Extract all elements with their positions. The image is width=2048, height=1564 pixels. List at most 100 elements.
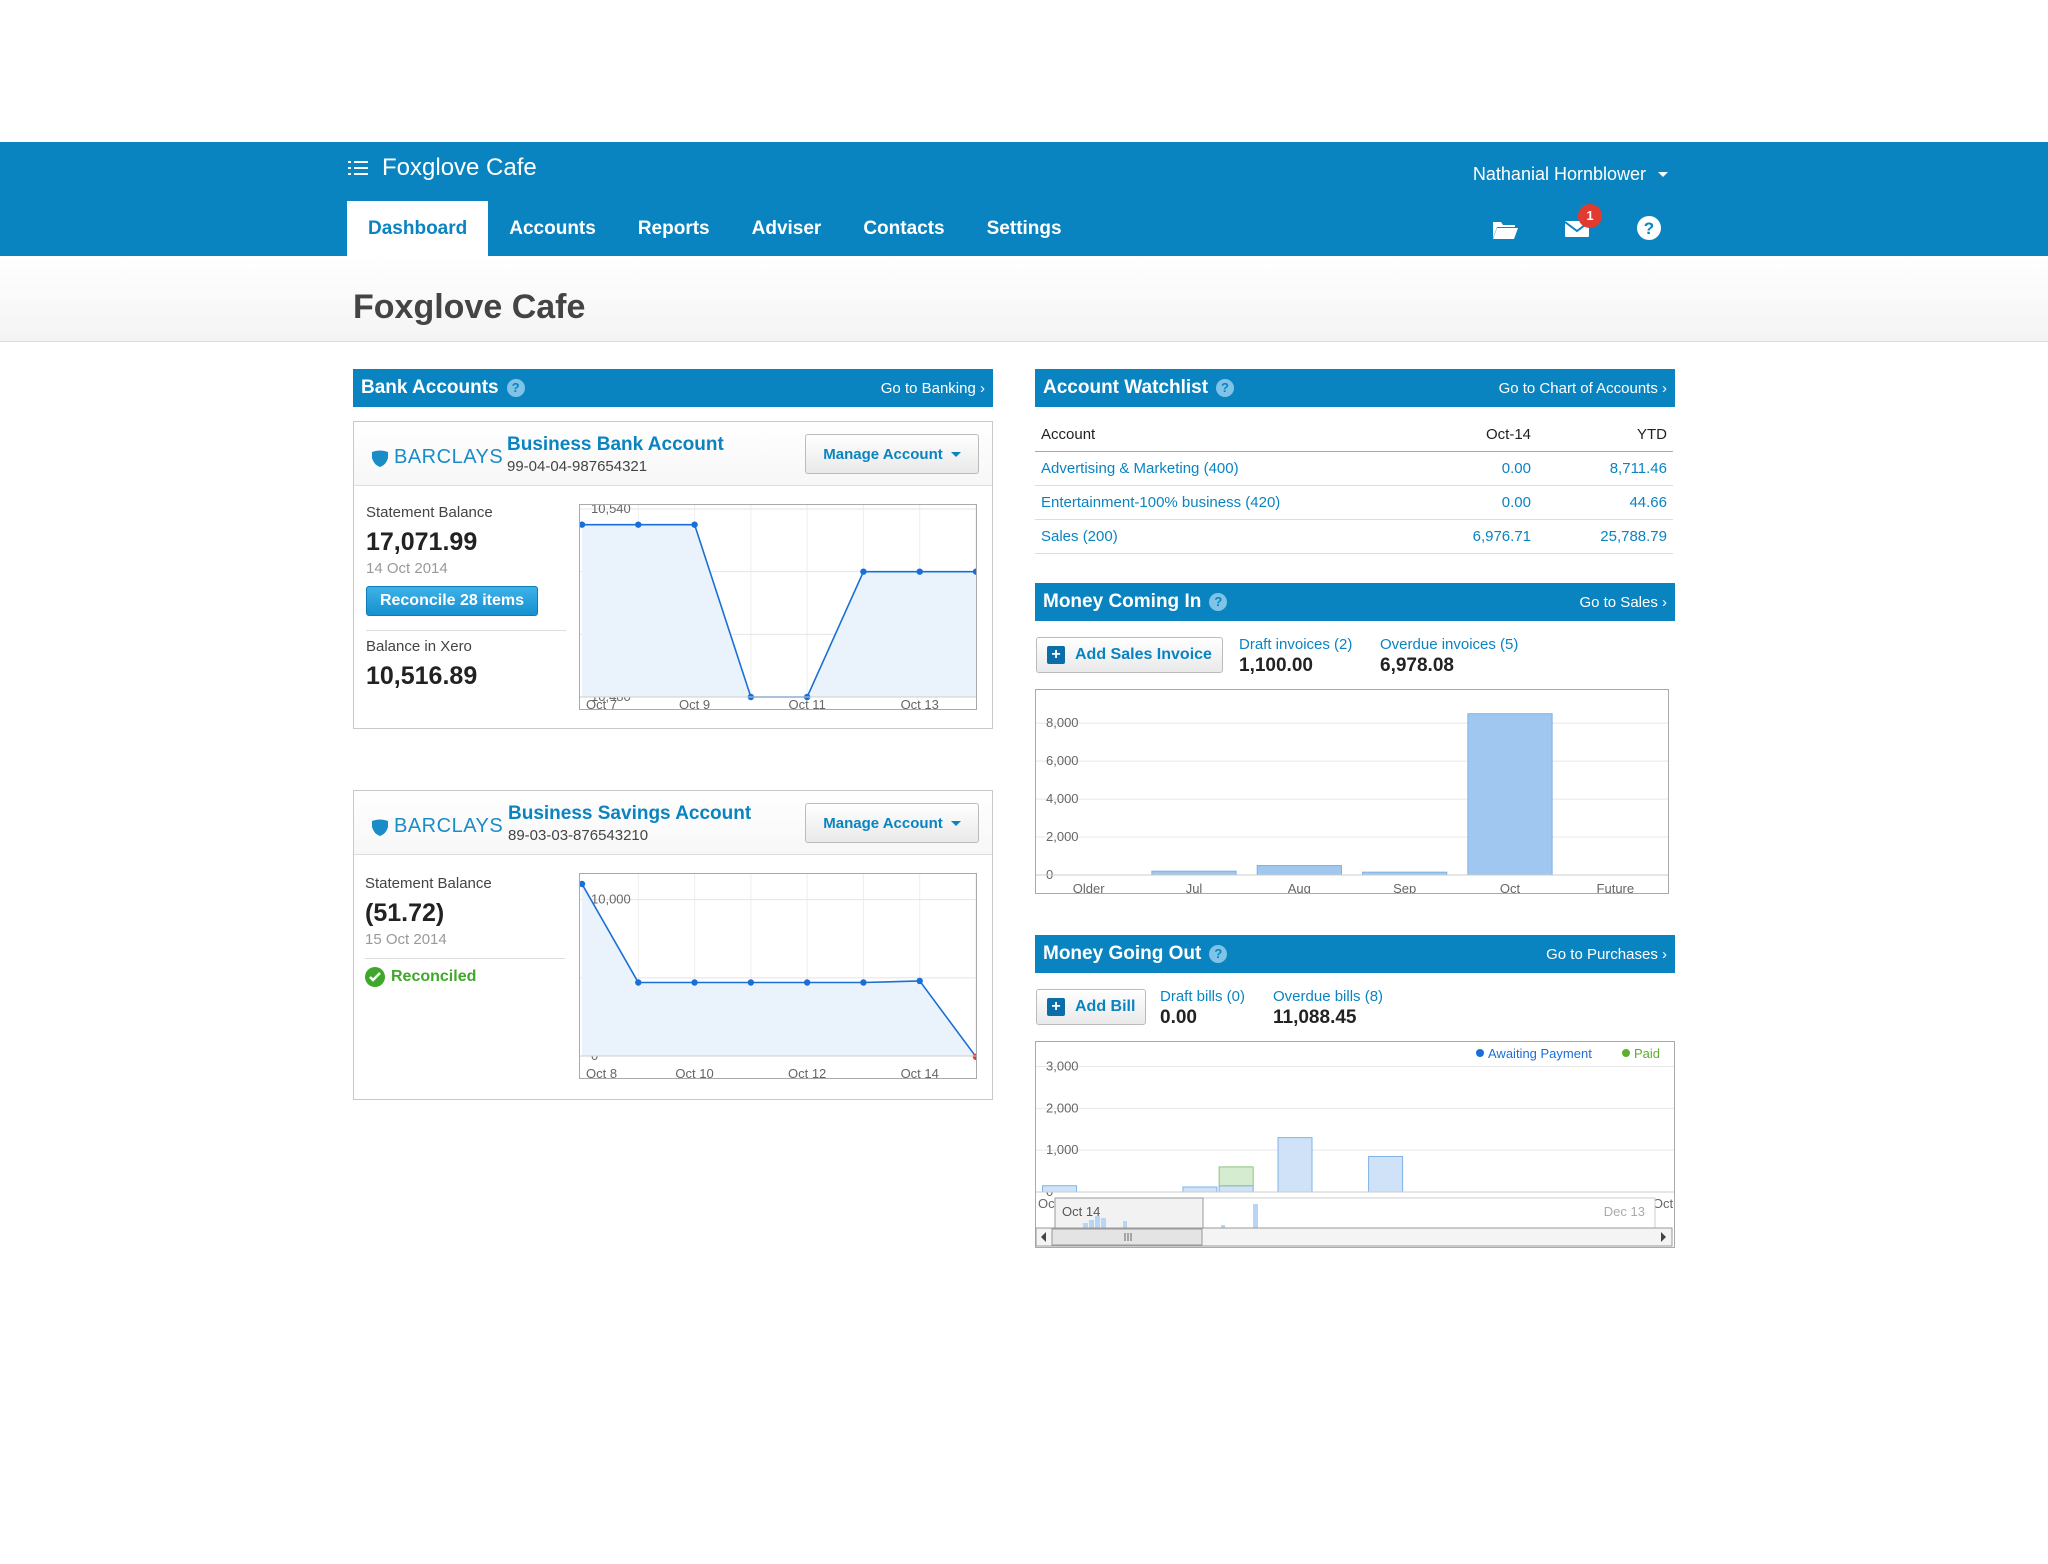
- help-icon[interactable]: ?: [1634, 213, 1664, 243]
- page-title: Foxglove Cafe: [353, 288, 586, 326]
- manage-account-button[interactable]: Manage Account: [805, 434, 979, 474]
- nav-settings[interactable]: Settings: [966, 201, 1083, 256]
- help-icon[interactable]: ?: [1209, 945, 1228, 963]
- account-name[interactable]: Business Savings Account: [508, 803, 751, 825]
- draft-invoices-link[interactable]: Draft invoices (2): [1239, 636, 1352, 653]
- y-tick-label: 10,000: [591, 892, 631, 907]
- y-tick-label: 8,000: [1046, 715, 1079, 730]
- table-row[interactable]: Entertainment-100% business (420) 0.00 44.…: [1035, 486, 1673, 520]
- main-nav: Dashboard Accounts Reports Adviser Conta…: [347, 201, 1083, 256]
- reconcile-button[interactable]: Reconcile 28 items: [366, 586, 538, 616]
- divider: [366, 630, 566, 631]
- manage-account-button[interactable]: Manage Account: [805, 803, 979, 843]
- legend-label: Paid: [1634, 1046, 1660, 1061]
- x-tick-label: Oct 8: [586, 1066, 617, 1079]
- xero-balance: 10,516.89: [366, 662, 478, 690]
- table-row[interactable]: Sales (200) 6,976.71 25,788.79: [1035, 520, 1673, 554]
- go-to-purchases-link[interactable]: Go to Purchases ›: [1546, 946, 1667, 963]
- x-tick-label: Oct 12: [788, 1066, 826, 1079]
- bank-logo: BARCLAYS: [370, 815, 503, 838]
- date-range-navigator[interactable]: Oct 14 Dec 13: [1035, 1196, 1675, 1248]
- title-band: [0, 256, 2048, 342]
- statement-balance: (51.72): [365, 899, 445, 927]
- nav-contacts[interactable]: Contacts: [842, 201, 965, 256]
- overdue-bills-link[interactable]: Overdue bills (8): [1273, 988, 1383, 1005]
- nav-dashboard[interactable]: Dashboard: [347, 201, 489, 256]
- chevron-down-icon: [950, 451, 961, 457]
- data-point: [580, 521, 586, 528]
- go-to-chart-of-accounts-link[interactable]: Go to Chart of Accounts ›: [1499, 380, 1667, 397]
- bar-paid: [1218, 1166, 1254, 1187]
- column-header: YTD: [1637, 426, 1667, 443]
- draft-bills-link[interactable]: Draft bills (0): [1160, 988, 1245, 1005]
- chevron-down-icon: [950, 820, 961, 826]
- navigator-mini-bar: [1095, 1216, 1100, 1228]
- bank-accounts-header: Bank Accounts? Go to Banking ›: [353, 369, 993, 407]
- legend-marker-awaiting: [1476, 1049, 1484, 1057]
- x-tick-label: Oct 13: [901, 697, 939, 710]
- draft-invoices-value: 1,100.00: [1239, 655, 1313, 676]
- watchlist-header: Account Watchlist? Go to Chart of Accoun…: [1035, 369, 1675, 407]
- bar: [1151, 870, 1237, 876]
- xero-balance-label: Balance in Xero: [366, 638, 472, 655]
- legend-label: Awaiting Payment: [1488, 1046, 1592, 1061]
- org-switcher[interactable]: Foxglove Cafe: [348, 154, 537, 182]
- navigator-start-label: Oct 14: [1062, 1204, 1100, 1219]
- nav-reports[interactable]: Reports: [617, 201, 731, 256]
- x-tick-label: Oct 14: [901, 1066, 939, 1079]
- y-tick-label: 1,000: [1046, 1142, 1079, 1157]
- table-header: Account Oct-14 YTD: [1035, 418, 1673, 452]
- x-tick-label: Oct 7: [586, 697, 617, 710]
- eagle-icon: [372, 450, 388, 467]
- user-menu[interactable]: Nathanial Hornblower: [1473, 164, 1668, 185]
- money-out-header: Money Going Out? Go to Purchases ›: [1035, 935, 1675, 973]
- section-title: Bank Accounts: [361, 377, 499, 398]
- account-number: 99-04-04-987654321: [507, 458, 648, 475]
- help-icon[interactable]: ?: [506, 379, 525, 397]
- mail-count-badge: 1: [1578, 204, 1602, 228]
- x-tick-label: Oct: [1500, 881, 1521, 894]
- help-icon[interactable]: ?: [1216, 379, 1235, 397]
- overdue-invoices-link[interactable]: Overdue invoices (5): [1380, 636, 1518, 653]
- navigator-mini-bar: [1101, 1218, 1106, 1228]
- user-name: Nathanial Hornblower: [1472, 164, 1646, 184]
- go-to-banking-link[interactable]: Go to Banking ›: [881, 380, 985, 397]
- y-tick-label: 2,000: [1046, 829, 1079, 844]
- statement-date: 15 Oct 2014: [365, 931, 447, 948]
- section-title: Money Coming In: [1043, 591, 1202, 612]
- table-row[interactable]: Advertising & Marketing (400) 0.00 8,711.4…: [1035, 452, 1673, 486]
- scroll-thumb[interactable]: [1051, 1228, 1203, 1246]
- watchlist-table: Account Oct-14 YTD Advertising & Marketi…: [1035, 418, 1673, 554]
- folder-icon[interactable]: [1490, 213, 1520, 243]
- statement-balance-label: Statement Balance: [365, 875, 492, 892]
- draft-bills-value: 0.00: [1160, 1007, 1197, 1028]
- bar-awaiting: [1218, 1185, 1254, 1193]
- bar-awaiting: [1368, 1155, 1404, 1193]
- bank-account-card: BARCLAYS Business Bank Account 99-04-04-…: [353, 421, 993, 729]
- account-number: 89-03-03-876543210: [508, 827, 649, 844]
- help-icon[interactable]: ?: [1209, 593, 1228, 611]
- section-title: Money Going Out: [1043, 943, 1202, 964]
- bank-logo: BARCLAYS: [370, 446, 503, 469]
- eagle-icon: [372, 819, 388, 836]
- nav-accounts[interactable]: Accounts: [488, 201, 617, 256]
- legend-marker-paid: [1622, 1049, 1630, 1057]
- data-point: [803, 979, 811, 986]
- x-tick-label: Sep: [1393, 881, 1416, 894]
- divider: [365, 958, 565, 959]
- account-name[interactable]: Business Bank Account: [507, 434, 724, 456]
- add-bill-button[interactable]: + Add Bill: [1036, 989, 1147, 1025]
- data-point: [860, 979, 867, 986]
- menu-icon: [348, 159, 370, 177]
- y-tick-label: 6,000: [1046, 753, 1079, 768]
- chevron-down-icon: [1658, 172, 1668, 177]
- add-sales-invoice-button[interactable]: + Add Sales Invoice: [1036, 637, 1223, 673]
- plus-icon: +: [1047, 998, 1065, 1016]
- data-point: [635, 521, 642, 528]
- go-to-sales-link[interactable]: Go to Sales ›: [1579, 594, 1667, 611]
- data-point: [747, 979, 755, 986]
- section-title: Account Watchlist: [1043, 377, 1209, 398]
- data-point: [580, 880, 586, 888]
- nav-adviser[interactable]: Adviser: [731, 201, 843, 256]
- y-tick-label: 2,000: [1046, 1100, 1079, 1115]
